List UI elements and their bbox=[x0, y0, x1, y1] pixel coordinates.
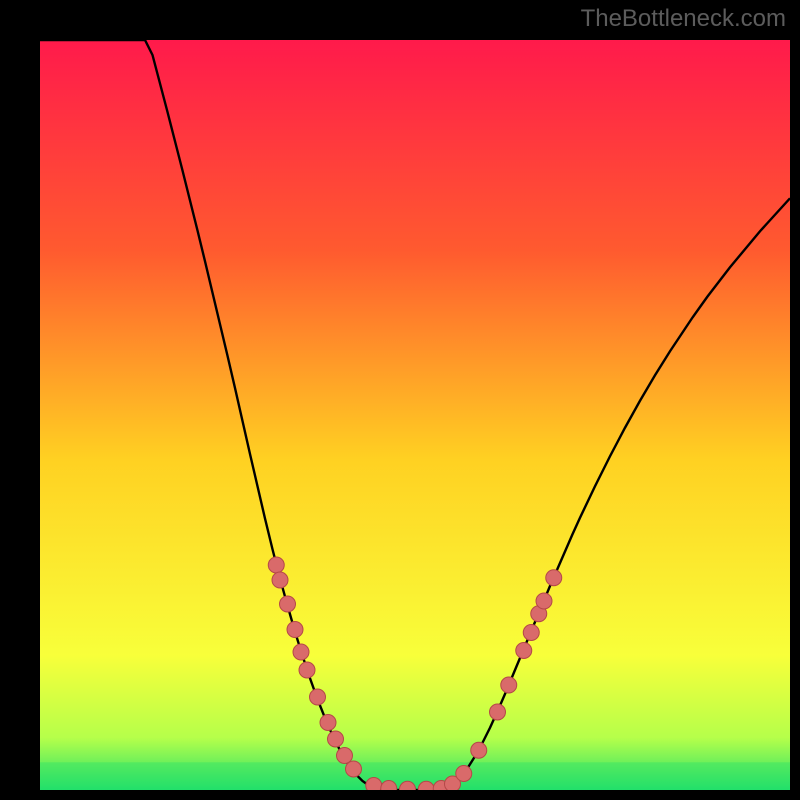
data-dot bbox=[293, 644, 309, 660]
data-dot bbox=[287, 622, 303, 638]
data-dot bbox=[280, 596, 296, 612]
data-dot bbox=[501, 677, 517, 693]
data-dot bbox=[310, 689, 326, 705]
data-dot bbox=[299, 662, 315, 678]
plot-area bbox=[40, 40, 790, 790]
data-dot bbox=[366, 778, 382, 791]
data-dot bbox=[536, 593, 552, 609]
data-dot bbox=[546, 570, 562, 586]
data-dot bbox=[523, 625, 539, 641]
data-dot bbox=[328, 731, 344, 747]
data-dot bbox=[268, 557, 284, 573]
data-dot bbox=[320, 715, 336, 731]
chart-frame: TheBottleneck.com bbox=[0, 0, 800, 800]
bottleneck-chart bbox=[40, 40, 790, 790]
gradient-background bbox=[40, 40, 790, 790]
watermark-label: TheBottleneck.com bbox=[581, 5, 786, 33]
data-dot bbox=[456, 766, 472, 782]
data-dot bbox=[490, 704, 506, 720]
data-dot bbox=[337, 748, 353, 764]
data-dot bbox=[346, 761, 362, 777]
data-dot bbox=[471, 742, 487, 758]
data-dot bbox=[516, 643, 532, 659]
data-dot bbox=[272, 572, 288, 588]
